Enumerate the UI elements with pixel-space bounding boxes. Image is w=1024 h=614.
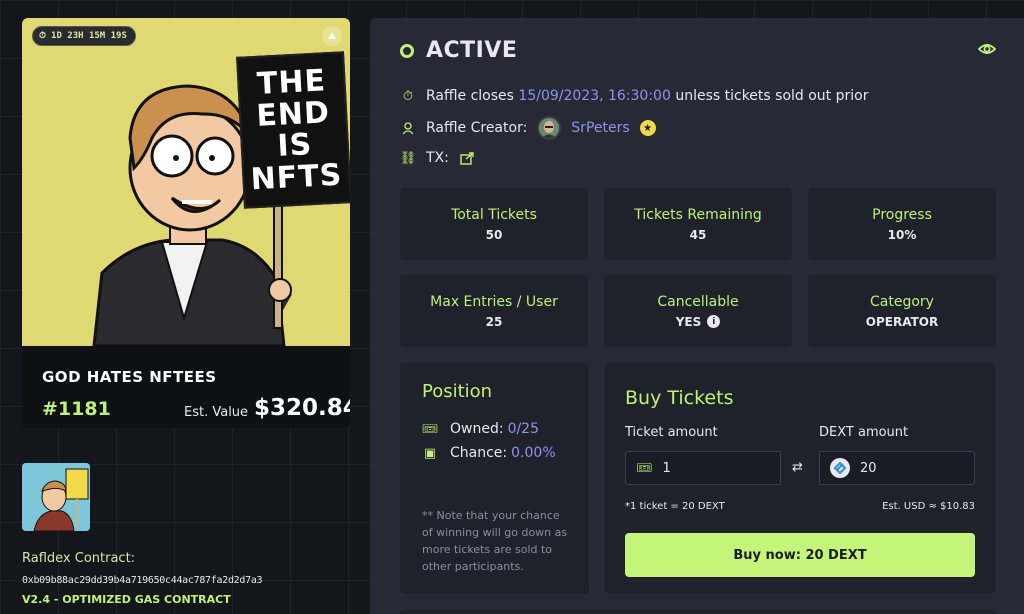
- stat-category: Category OPERATOR: [808, 275, 996, 347]
- chance-label: Chance:: [450, 445, 508, 461]
- usd-note: Est. USD ≈ $10.83: [882, 501, 975, 512]
- est-value-label: Est. Value: [184, 405, 249, 420]
- raffle-creator-row: Raffle Creator: SrPeters ★: [400, 116, 656, 140]
- rate-note: *1 ticket = 20 DEXT: [625, 501, 725, 512]
- closes-date: 15/09/2023, 16:30:00: [518, 88, 671, 104]
- expand-icon[interactable]: ⛰: [322, 26, 342, 46]
- left-column: THE END IS NFTS ⏱ 1D 23H 15M 19S ⛰ GOD H…: [0, 0, 370, 614]
- status-row: ACTIVE: [400, 38, 517, 63]
- stat-label: Cancellable: [657, 293, 739, 310]
- buy-tickets-card: Buy Tickets Ticket amount DEXT amount 🎟 …: [605, 363, 995, 594]
- status-dot-icon: [400, 43, 414, 58]
- contract-version: V2.4 - OPTIMIZED GAS CONTRACT: [22, 593, 231, 606]
- est-value-amount: $320.84: [254, 395, 350, 421]
- ticket-amount-input[interactable]: [662, 460, 763, 476]
- position-card: Position 🎟 Owned: 0/25 ▣ Chance: 0.00% *…: [400, 363, 589, 594]
- chance-icon: ▣: [423, 445, 437, 461]
- raffle-status: ACTIVE: [426, 38, 518, 63]
- creator-avatar[interactable]: [537, 116, 562, 140]
- ticket-icon: 🎟: [636, 460, 653, 476]
- next-section-edge: [400, 610, 996, 614]
- stat-label: Total Tickets: [451, 206, 537, 223]
- thumbnail-illustration: [22, 463, 90, 531]
- sign-line: IS: [276, 127, 314, 164]
- chance-row: ▣ Chance: 0.00%: [422, 445, 556, 461]
- contract-address[interactable]: 0xb09b88ac29dd39b4a719650c44ac787fa2d2d7…: [22, 575, 263, 586]
- closes-suffix: unless tickets sold out prior: [675, 88, 869, 104]
- buy-title: Buy Tickets: [625, 387, 734, 409]
- owned-label: Owned:: [450, 421, 504, 437]
- stat-total-tickets: Total Tickets 50: [400, 188, 588, 260]
- stat-label: Category: [870, 293, 934, 310]
- nft-card[interactable]: THE END IS NFTS ⏱ 1D 23H 15M 19S ⛰ GOD H…: [22, 18, 350, 428]
- sign-line: END: [255, 94, 331, 134]
- share-icon[interactable]: [459, 150, 475, 166]
- star-icon: ★: [639, 120, 656, 136]
- swap-icon[interactable]: ⇄: [792, 460, 803, 475]
- ticket-amount-field[interactable]: 🎟: [625, 451, 781, 485]
- chance-value: 0.00%: [511, 445, 556, 461]
- dext-amount-label: DEXT amount: [819, 425, 909, 440]
- stat-cancellable: Cancellable YES i: [604, 275, 792, 347]
- stat-value: 25: [485, 314, 503, 329]
- raffle-closes-row: ⏱ Raffle closes 15/09/2023, 16:30:00 unl…: [400, 88, 869, 104]
- collection-thumbnail[interactable]: [22, 463, 90, 531]
- contract-label: Rafldex Contract:: [22, 551, 136, 566]
- timer-badge: ⏱ 1D 23H 15M 19S: [32, 26, 136, 46]
- dext-amount-input[interactable]: [860, 460, 960, 476]
- stat-value: YES: [675, 314, 702, 329]
- position-note: ** Note that your chance of winning will…: [422, 509, 568, 573]
- nft-id: #1181: [42, 398, 111, 420]
- stat-label: Max Entries / User: [430, 293, 558, 310]
- creator-label: Raffle Creator:: [426, 120, 528, 136]
- sign-line: NFTS: [249, 157, 344, 197]
- protest-sign: THE END IS NFTS: [236, 51, 350, 209]
- stat-value: 50: [485, 227, 503, 242]
- link-icon: ⛓: [399, 150, 417, 166]
- owned-row: 🎟 Owned: 0/25: [422, 421, 539, 437]
- stat-label: Progress: [872, 206, 932, 223]
- info-icon[interactable]: i: [707, 315, 721, 328]
- position-title: Position: [422, 381, 493, 402]
- stat-value: 45: [689, 227, 707, 242]
- ticket-amount-label: Ticket amount: [625, 425, 718, 440]
- timer-text: 1D 23H 15M 19S: [51, 31, 127, 41]
- user-icon: [400, 120, 416, 136]
- nft-name: GOD HATES NFTEES: [42, 368, 217, 386]
- stat-value: 10%: [887, 227, 917, 242]
- creator-name-link[interactable]: SrPeters: [571, 120, 629, 136]
- ticket-icon: 🎟: [421, 421, 439, 437]
- timer-icon: ⏱: [39, 31, 47, 41]
- stat-value-row: YES i: [676, 315, 721, 329]
- dext-amount-field[interactable]: [819, 451, 975, 485]
- closes-prefix: Raffle closes: [426, 88, 514, 104]
- dext-logo-icon: [830, 458, 850, 478]
- stat-max-entries: Max Entries / User 25: [400, 275, 588, 347]
- stat-tickets-remaining: Tickets Remaining 45: [604, 188, 792, 260]
- eye-icon[interactable]: [978, 42, 996, 56]
- buy-now-button[interactable]: Buy now: 20 DEXT: [625, 533, 975, 577]
- owned-value: 0/25: [507, 421, 540, 437]
- raffle-panel: ACTIVE ⏱ Raffle closes 15/09/2023, 16:30…: [370, 18, 1024, 614]
- clock-icon: ⏱: [402, 88, 414, 104]
- stat-value: OPERATOR: [865, 314, 939, 329]
- stat-progress: Progress 10%: [808, 188, 996, 260]
- nft-image[interactable]: THE END IS NFTS ⏱ 1D 23H 15M 19S ⛰: [22, 18, 350, 346]
- tx-label: TX:: [426, 150, 449, 166]
- tx-row: ⛓ TX:: [400, 150, 475, 166]
- stat-label: Tickets Remaining: [634, 206, 762, 223]
